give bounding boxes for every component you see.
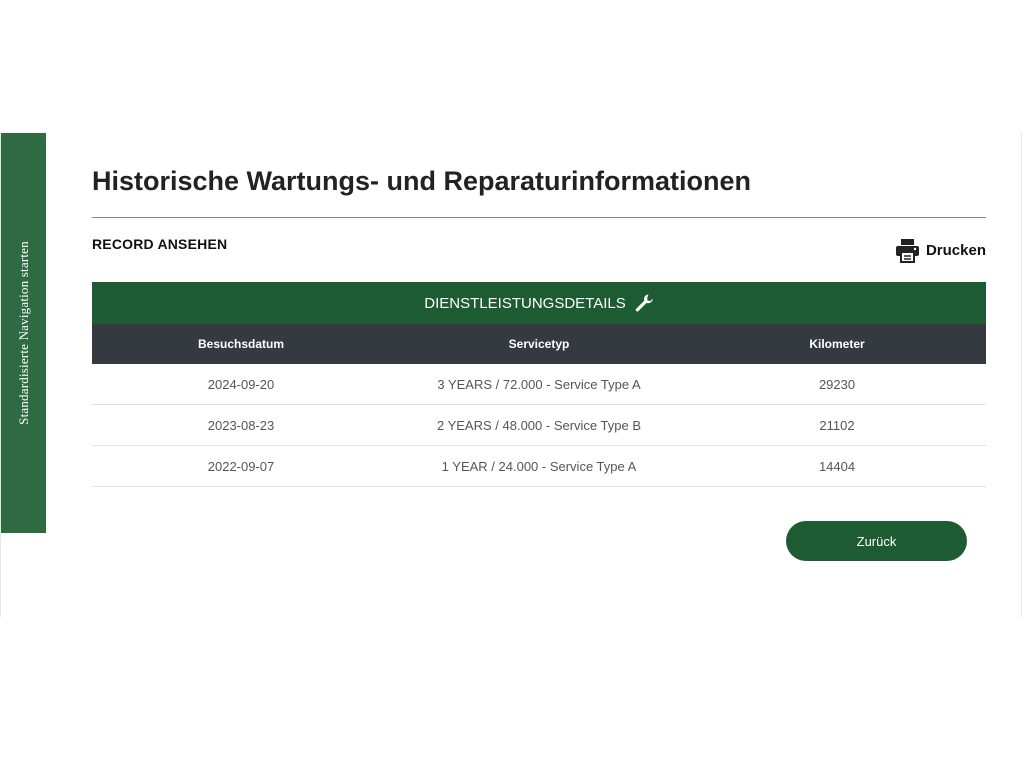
cell-km: 21102 — [688, 404, 987, 446]
cell-date: 2022-09-07 — [92, 445, 390, 487]
table-row: 2023-08-23 2 YEARS / 48.000 - Service Ty… — [92, 404, 987, 446]
print-label: Drucken — [925, 242, 986, 259]
table-header-row: Besuchsdatum Servicetyp Kilometer — [92, 324, 987, 364]
skip-navigation-tab[interactable]: Standardisierte Navigation starten — [1, 133, 46, 533]
column-header-date[interactable]: Besuchsdatum — [92, 324, 390, 364]
print-button[interactable]: Drucken — [895, 238, 986, 263]
cell-date: 2024-09-20 — [92, 364, 390, 405]
cell-km: 14404 — [688, 445, 987, 487]
title-divider — [92, 217, 986, 218]
cell-service-type: 1 YEAR / 24.000 - Service Type A — [390, 445, 688, 487]
column-header-km[interactable]: Kilometer — [688, 324, 987, 364]
table-banner-title: DIENSTLEISTUNGSDETAILS — [424, 294, 626, 312]
cell-date: 2023-08-23 — [92, 404, 390, 446]
cell-service-type: 2 YEARS / 48.000 - Service Type B — [390, 404, 688, 446]
cell-service-type: 3 YEARS / 72.000 - Service Type A — [390, 364, 688, 405]
page-frame: Standardisierte Navigation starten Histo… — [0, 0, 1024, 768]
table-banner: DIENSTLEISTUNGSDETAILS — [92, 282, 987, 324]
skip-navigation-label: Standardisierte Navigation starten — [15, 241, 31, 425]
page-title: Historische Wartungs- und Reparaturinfor… — [92, 166, 752, 196]
table-row: 2024-09-20 3 YEARS / 72.000 - Service Ty… — [92, 364, 987, 405]
back-button[interactable]: Zurück — [786, 521, 967, 561]
printer-icon — [895, 238, 920, 263]
cell-km: 29230 — [688, 364, 987, 405]
table-row: 2022-09-07 1 YEAR / 24.000 - Service Typ… — [92, 445, 987, 487]
table-banner-row: DIENSTLEISTUNGSDETAILS — [92, 282, 987, 324]
column-header-service-type[interactable]: Servicetyp — [390, 324, 688, 364]
section-heading: RECORD ANSEHEN — [92, 236, 228, 252]
wrench-icon — [634, 293, 654, 313]
service-details-table: DIENSTLEISTUNGSDETAILS Besuchsdatum Serv… — [92, 282, 987, 487]
